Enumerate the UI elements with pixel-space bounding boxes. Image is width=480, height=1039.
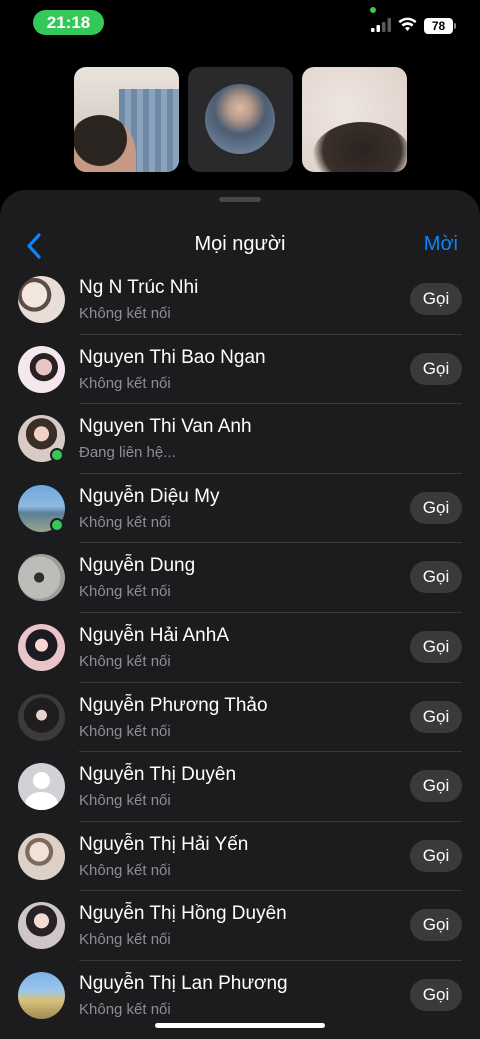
contact-status: Không kết nối <box>79 861 171 879</box>
sheet-title: Mọi người <box>194 233 286 255</box>
contact-name: Nguyễn Thị Hồng Duyên <box>79 903 287 925</box>
call-button[interactable]: Gọi <box>410 491 462 524</box>
contact-status: Không kết nối <box>79 374 171 392</box>
contact-list: Ng N Trúc Nhi Không kết nối Gọi Nguyen T… <box>0 265 480 1031</box>
contact-avatar <box>18 554 65 602</box>
contact-row[interactable]: Nguyễn Thị Hải Yến Không kết nối Gọi <box>0 822 480 892</box>
contact-name: Nguyễn Diệu My <box>79 485 220 507</box>
contact-row[interactable]: Nguyễn Hải AnhA Không kết nối Gọi <box>0 613 480 683</box>
contact-status: Không kết nối <box>79 792 171 810</box>
contact-row[interactable]: Nguyễn Phương Thảo Không kết nối Gọi <box>0 683 480 753</box>
contact-row[interactable]: Nguyễn Thị Duyên Không kết nối Gọi <box>0 752 480 822</box>
contact-name: Nguyễn Thị Lan Phương <box>79 972 288 994</box>
status-time[interactable]: 21:18 <box>33 10 104 35</box>
call-tile-participant-3[interactable] <box>302 67 407 172</box>
avatar-silhouette-body <box>25 792 58 811</box>
contact-row[interactable]: Ng N Trúc Nhi Không kết nối Gọi <box>0 265 480 335</box>
call-button[interactable]: Gọi <box>410 352 462 385</box>
participant-video <box>312 122 407 172</box>
invite-button[interactable]: Mời <box>424 233 458 256</box>
contact-name: Nguyen Thi Van Anh <box>79 416 252 438</box>
contact-avatar <box>18 693 65 741</box>
contact-avatar <box>18 623 65 671</box>
contact-row[interactable]: Nguyen Thi Van Anh Đang liên hệ... <box>0 404 480 474</box>
contact-name: Nguyễn Dung <box>79 555 196 577</box>
contact-status: Đang liên hệ... <box>79 444 176 462</box>
call-button[interactable]: Gọi <box>410 283 462 315</box>
contact-avatar <box>18 345 65 393</box>
call-tile-participant-1[interactable] <box>74 67 179 172</box>
contact-row[interactable]: Nguyễn Thị Lan Phương Không kết nối Gọi <box>0 961 480 1031</box>
default-avatar-icon <box>18 763 65 811</box>
status-bar: 21:18 78 <box>0 0 480 48</box>
avatar-silhouette-head <box>33 772 50 790</box>
contact-row[interactable]: Nguyễn Diệu My Không kết nối Gọi <box>0 474 480 544</box>
contact-row[interactable]: Nguyen Thi Bao Ngan Không kết nối Gọi <box>0 335 480 405</box>
camera-in-use-indicator <box>370 7 376 13</box>
contact-avatar <box>18 832 65 880</box>
call-button[interactable]: Gọi <box>410 839 462 872</box>
contact-name: Nguyễn Hải AnhA <box>79 624 229 646</box>
contact-status: Không kết nối <box>79 931 171 949</box>
call-button[interactable]: Gọi <box>410 700 462 733</box>
contact-status: Không kết nối <box>79 305 171 322</box>
call-tile-participant-2[interactable] <box>188 67 293 172</box>
home-indicator[interactable] <box>155 1023 325 1028</box>
contact-status: Không kết nối <box>79 722 171 740</box>
battery-indicator: 78 <box>424 18 453 34</box>
call-button[interactable]: Gọi <box>410 770 462 803</box>
contact-status: Không kết nối <box>79 652 171 670</box>
contact-status: Không kết nối <box>79 513 171 531</box>
contact-status: Không kết nối <box>79 583 171 601</box>
contact-name: Nguyen Thi Bao Ngan <box>79 346 266 368</box>
contact-name: Nguyễn Thị Hải Yến <box>79 833 249 855</box>
online-status-dot <box>50 517 64 532</box>
contact-row[interactable]: Nguyễn Thị Hồng Duyên Không kết nối Gọi <box>0 891 480 961</box>
people-sheet: Mọi người Mời Ng N Trúc Nhi Không kết nố… <box>0 190 480 1039</box>
contact-avatar <box>18 276 65 323</box>
contact-name: Ng N Trúc Nhi <box>79 277 199 298</box>
sheet-grabber[interactable] <box>219 197 261 202</box>
cellular-signal-icon <box>371 18 391 32</box>
call-button[interactable]: Gọi <box>410 630 462 663</box>
contact-row[interactable]: Nguyễn Dung Không kết nối Gọi <box>0 543 480 613</box>
call-button[interactable]: Gọi <box>410 978 462 1011</box>
battery-tip-icon <box>454 23 456 29</box>
contact-avatar <box>18 902 65 950</box>
contact-name: Nguyễn Thị Duyên <box>79 764 237 786</box>
call-button[interactable]: Gọi <box>410 909 462 942</box>
call-button[interactable]: Gọi <box>410 561 462 594</box>
wifi-icon <box>398 17 417 31</box>
participant-avatar <box>205 84 275 154</box>
online-status-dot <box>50 448 64 463</box>
contact-status: Không kết nối <box>79 1000 171 1018</box>
contact-name: Nguyễn Phương Thảo <box>79 694 268 716</box>
contact-avatar <box>18 971 65 1019</box>
